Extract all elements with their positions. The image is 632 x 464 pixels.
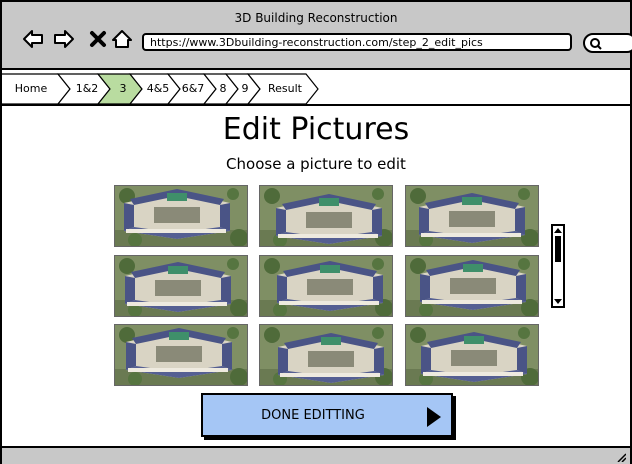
back-button[interactable] — [22, 28, 44, 50]
status-bar — [2, 446, 630, 464]
breadcrumb-result[interactable]: Result — [260, 82, 310, 95]
breadcrumb-home[interactable]: Home — [6, 82, 56, 95]
home-button[interactable] — [111, 28, 133, 50]
picture-thumbnail[interactable] — [114, 324, 248, 386]
building-photo — [406, 186, 538, 246]
home-icon — [112, 30, 132, 48]
scroll-down-icon[interactable] — [554, 299, 562, 304]
page-subtitle: Choose a picture to edit — [226, 155, 406, 173]
building-photo — [115, 256, 247, 316]
building-photo — [260, 186, 392, 246]
breadcrumb-step-8[interactable]: 8 — [214, 82, 232, 95]
search-icon — [590, 38, 602, 50]
building-photo — [260, 256, 392, 316]
building-photo — [260, 325, 392, 385]
close-icon — [90, 31, 106, 47]
breadcrumb: Home 1&2 3 4&5 6&7 8 9 Result — [2, 72, 630, 106]
picture-thumbnail[interactable] — [405, 324, 539, 386]
browser-chrome: 3D Building Reconstruction https://www.3… — [2, 2, 632, 70]
address-bar[interactable]: https://www.3Dbuilding-reconstruction.co… — [142, 33, 572, 51]
stop-button[interactable] — [87, 28, 109, 50]
breadcrumb-step-1-2[interactable]: 1&2 — [70, 82, 104, 95]
search-box[interactable] — [583, 33, 632, 53]
building-photo — [115, 325, 247, 385]
forward-button[interactable] — [53, 28, 75, 50]
done-editing-button[interactable]: DONE EDITTING — [201, 393, 453, 437]
breadcrumb-step-4-5[interactable]: 4&5 — [142, 82, 174, 95]
browser-window: 3D Building Reconstruction https://www.3… — [0, 0, 632, 464]
resize-handle-icon[interactable] — [616, 452, 626, 462]
window-title: 3D Building Reconstruction — [234, 11, 398, 25]
arrow-right-icon — [54, 30, 74, 48]
building-photo — [406, 325, 538, 385]
breadcrumb-step-6-7[interactable]: 6&7 — [178, 82, 208, 95]
building-photo — [406, 256, 538, 316]
picture-thumbnail[interactable] — [114, 255, 248, 317]
scroll-thumb[interactable] — [555, 236, 561, 262]
picture-thumbnail[interactable] — [259, 324, 393, 386]
picture-thumbnail[interactable] — [259, 255, 393, 317]
breadcrumb-step-3[interactable]: 3 — [110, 82, 136, 95]
scrollbar[interactable] — [551, 224, 565, 308]
breadcrumb-step-9[interactable]: 9 — [236, 82, 254, 95]
done-editing-label: DONE EDITTING — [261, 408, 365, 423]
picture-thumbnail[interactable] — [405, 255, 539, 317]
picture-thumbnail[interactable] — [114, 185, 248, 247]
building-photo — [115, 186, 247, 246]
picture-thumbnail[interactable] — [405, 185, 539, 247]
arrow-left-icon — [23, 30, 43, 48]
scroll-up-icon[interactable] — [554, 228, 562, 233]
picture-thumbnail[interactable] — [259, 185, 393, 247]
page-title: Edit Pictures — [222, 112, 410, 147]
play-arrow-icon — [427, 407, 441, 427]
